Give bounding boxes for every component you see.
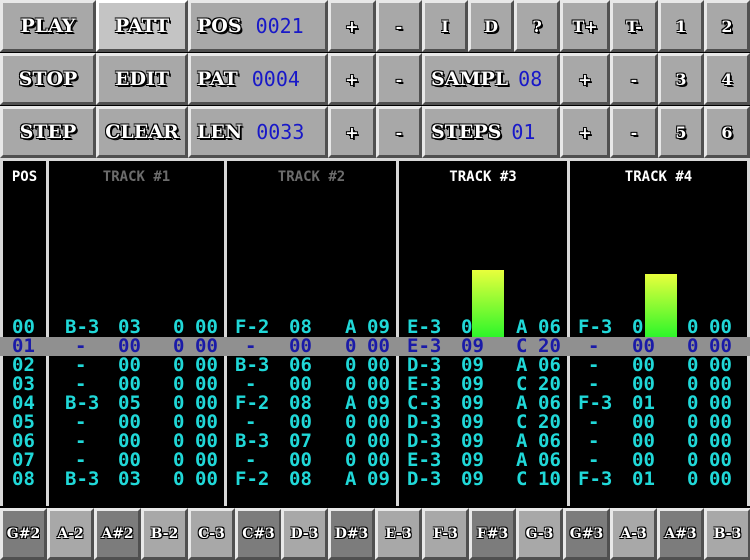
tempo-plus-button[interactable]: T+ [560,0,610,52]
row-position: 08 [12,468,35,490]
sample-cell[interactable]: 03 [118,470,141,489]
help-button[interactable]: ? [514,0,560,52]
effect-cell[interactable]: A [345,470,356,489]
param-cell[interactable]: 00 [709,470,732,489]
clear-button[interactable]: CLEAR [96,106,188,158]
steps-label: STEPS [431,121,502,143]
piano-key-dsharp3[interactable]: D#3 [328,508,375,560]
piano-key-gsharp3[interactable]: G#3 [563,508,610,560]
param-cell[interactable]: 00 [195,470,218,489]
sampl-plus-button[interactable]: + [560,53,610,105]
piano-key-b-2[interactable]: B-2 [141,508,188,560]
pat-plus-button[interactable]: + [328,53,376,105]
sampl-label: SAMPL [431,68,509,90]
steps-plus-button[interactable]: + [560,106,610,158]
delete-button[interactable]: D [468,0,514,52]
sampl-minus-button[interactable]: - [610,53,658,105]
number-1-button[interactable]: 1 [658,0,704,52]
tempo-minus-button[interactable]: T- [610,0,658,52]
play-button[interactable]: PLAY [0,0,96,52]
edit-button[interactable]: EDIT [96,53,188,105]
sampl-display: SAMPL 08 [422,53,560,105]
pos-value: 0021 [255,14,304,38]
pos-minus-button[interactable]: - [376,0,422,52]
sampl-value: 08 [518,67,543,91]
effect-cell[interactable]: 0 [173,470,184,489]
pat-display: PAT 0004 [188,53,328,105]
patt-button[interactable]: PATT [96,0,188,52]
piano-key-gsharp2[interactable]: G#2 [0,508,47,560]
track-4-header[interactable]: TRACK #4 [570,169,747,185]
piano-key-c-3[interactable]: C-3 [188,508,235,560]
effect-cell[interactable]: C [516,470,527,489]
pos-display: POS 0021 [188,0,328,52]
effect-cell[interactable]: 0 [687,470,698,489]
len-value: 0033 [256,120,305,144]
number-6-button[interactable]: 6 [704,106,750,158]
sample-cell[interactable]: 08 [289,470,312,489]
steps-value: 01 [511,120,536,144]
piano-key-fsharp3[interactable]: F#3 [469,508,516,560]
pos-column-header: POS [11,169,38,185]
number-3-button[interactable]: 3 [658,53,704,105]
note-cell[interactable]: D-3 [407,470,441,489]
piano-key-csharp3[interactable]: C#3 [235,508,282,560]
piano-key-asharp3[interactable]: A#3 [657,508,704,560]
param-cell[interactable]: 09 [367,470,390,489]
track-1-header[interactable]: TRACK #1 [49,169,224,185]
pattern-editor[interactable]: POS TRACK #1 TRACK #2 TRACK #3 TRACK #4 … [0,158,750,506]
len-minus-button[interactable]: - [376,106,422,158]
steps-minus-button[interactable]: - [610,106,658,158]
piano-key-g-3[interactable]: G-3 [516,508,563,560]
pattern-row[interactable]: 08 B-3 03 0 00 F-2 08 A 09 D-3 09 C 10 F-3 01 0 00 [0,470,750,489]
number-2-button[interactable]: 2 [704,0,750,52]
pos-plus-button[interactable]: + [328,0,376,52]
piano-key-f-3[interactable]: F-3 [422,508,469,560]
track-3-header[interactable]: TRACK #3 [399,169,567,185]
insert-button[interactable]: I [422,0,468,52]
len-plus-button[interactable]: + [328,106,376,158]
number-4-button[interactable]: 4 [704,53,750,105]
note-cell[interactable]: F-2 [235,470,269,489]
piano-key-d-3[interactable]: D-3 [281,508,328,560]
sample-cell[interactable]: 01 [632,470,655,489]
sample-cell[interactable]: 09 [461,470,484,489]
pat-label: PAT [197,68,238,90]
piano-key-a-3[interactable]: A-3 [610,508,657,560]
pos-label: POS [197,15,242,37]
pat-minus-button[interactable]: - [376,53,422,105]
tracker-top-border [0,158,750,161]
note-cell[interactable]: F-3 [578,470,612,489]
piano-key-e-3[interactable]: E-3 [375,508,422,560]
piano-key-a-2[interactable]: A-2 [47,508,94,560]
note-cell[interactable]: B-3 [65,470,99,489]
step-button[interactable]: STEP [0,106,96,158]
param-cell[interactable]: 10 [538,470,561,489]
len-display: LEN 0033 [188,106,328,158]
steps-display: STEPS 01 [422,106,560,158]
piano-key-b-3[interactable]: B-3 [704,508,750,560]
len-label: LEN [197,121,243,143]
piano-key-asharp2[interactable]: A#2 [94,508,141,560]
number-5-button[interactable]: 5 [658,106,704,158]
pat-value: 0004 [251,67,300,91]
track-2-header[interactable]: TRACK #2 [227,169,396,185]
stop-button[interactable]: STOP [0,53,96,105]
